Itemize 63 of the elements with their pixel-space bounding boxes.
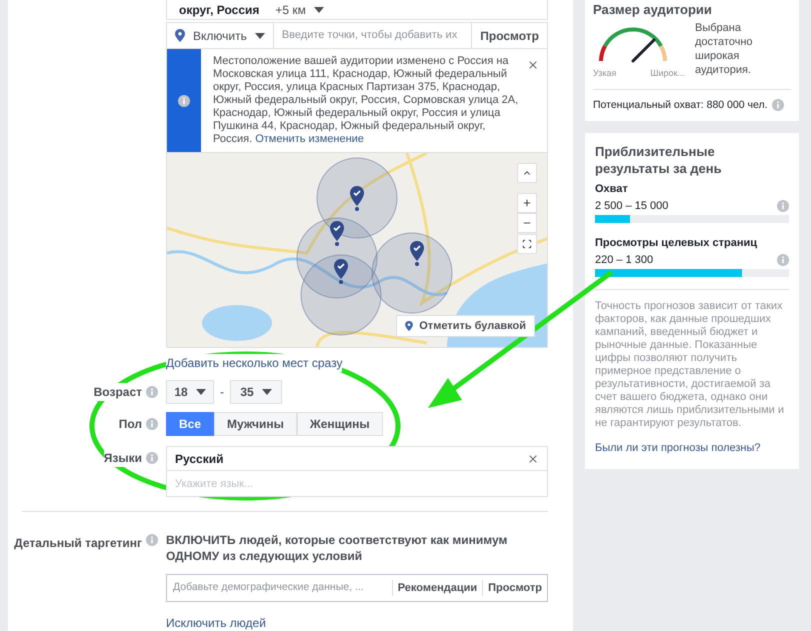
- recommendations-button[interactable]: Рекомендации: [392, 580, 482, 596]
- disclaimer-text: Точность прогнозов зависит от таких факторов, как данные прошедших кампаний, введенный бюджет и рыночные данные. Показанные цифры позволяют получить примерное представление о результативности, достигаемой за счет вашего бюджета, однако они являются лишь приблизительными и не гарантируют результатов.: [595, 300, 786, 430]
- location-name: округ, Россия: [179, 2, 260, 18]
- info-icon: [178, 94, 190, 106]
- close-icon[interactable]: [527, 59, 539, 71]
- targeting-input[interactable]: Добавьте демографические данные, ...: [167, 580, 392, 596]
- language-field[interactable]: Русский Укажите язык...: [166, 446, 548, 497]
- metric-name: Просмотры целевых страниц: [595, 236, 758, 252]
- focus-icon: [522, 239, 532, 249]
- info-icon: [772, 99, 784, 112]
- map-pin-icon: [405, 321, 414, 331]
- info-icon: [777, 200, 789, 212]
- age-label: Возраст: [94, 383, 142, 401]
- age-separator: -: [219, 384, 225, 401]
- targeting-instruction: ВКЛЮЧИТЬ людей, которые соответствуют как минимум ОДНОМУ из следующих условий: [166, 532, 508, 564]
- potential-reach: Потенциальный охват: 880 000 чел.: [593, 98, 768, 112]
- metric-name: Охват: [595, 182, 629, 198]
- caret-icon: [254, 32, 265, 38]
- drop-pin-button[interactable]: Отметить булавкой: [396, 315, 535, 337]
- info-icon: [146, 534, 158, 546]
- feedback-link[interactable]: Были ли эти прогнозы полезны?: [595, 440, 789, 457]
- browse-button[interactable]: Просмотр: [471, 23, 547, 48]
- exclude-people-link[interactable]: Исключить людей: [166, 614, 548, 631]
- info-icon: [146, 386, 158, 398]
- map-pin-icon: [175, 29, 185, 42]
- metric-range: 2 500 – 15 000: [595, 198, 668, 214]
- gender-label: Пол: [118, 416, 142, 433]
- languages-label: Языки: [104, 449, 142, 467]
- gender-option[interactable]: Все: [166, 412, 214, 436]
- notice-text: Местоположение вашей аудитории изменено с Россия на Московская улица 111, Краснодар, Южный федеральный округ, Россия, улица Красных Партизан 375, Краснодар, Южный федеральный округ, Россия, Сормовская улица 2А, Краснодар, Южный федеральный округ, Россия и улица Пушкина 44, Краснодар, Южный федеральный округ, Россия. Отменить изменение: [213, 55, 519, 146]
- audience-description: Выбрана достаточно широкая аудитория.: [695, 21, 754, 78]
- radius-dropdown[interactable]: +5 км: [275, 0, 324, 18]
- language-tag: Русский: [175, 450, 224, 468]
- location-search-field[interactable]: Включить Введите точки, чтобы добавить их Просмотр: [166, 22, 548, 49]
- gender-option[interactable]: Мужчины: [214, 412, 297, 436]
- age-from-dropdown[interactable]: 18: [166, 380, 214, 404]
- narrow-label: Узкая: [593, 67, 616, 80]
- audience-gauge-drawing: [599, 28, 667, 62]
- caret-icon: [262, 389, 272, 395]
- info-icon: [777, 254, 789, 266]
- language-input[interactable]: Укажите язык...: [167, 471, 547, 496]
- targeting-search-field[interactable]: Добавьте демографические данные, ... Рекомендации Просмотр: [166, 574, 548, 602]
- metric-range: 220 – 1 300: [595, 252, 654, 268]
- add-multiple-locations-link[interactable]: Добавить несколько мест сразу: [166, 354, 342, 372]
- remove-icon[interactable]: [527, 452, 539, 464]
- wide-label: Широк...: [650, 67, 685, 80]
- detailed-targeting-label: Детальный таргетинг: [14, 535, 142, 552]
- info-icon: [146, 418, 158, 430]
- caret-icon: [314, 6, 324, 12]
- browse-button[interactable]: Просмотр: [482, 580, 547, 596]
- plus-icon: [522, 198, 532, 208]
- recenter-button[interactable]: [517, 234, 537, 254]
- gauge-needle: [632, 38, 656, 62]
- gender-option[interactable]: Женщины: [296, 412, 383, 436]
- card-title: Приблизительные результаты за день: [595, 143, 723, 178]
- age-to-dropdown[interactable]: 35: [230, 380, 282, 404]
- undo-change-link[interactable]: Отменить изменение: [255, 133, 364, 145]
- info-icon: [146, 452, 158, 464]
- zoom-in-button[interactable]: [517, 193, 537, 213]
- include-dropdown[interactable]: Включить: [167, 23, 274, 48]
- card-title: Размер аудитории: [593, 2, 713, 17]
- caret-icon: [196, 389, 206, 395]
- location-input[interactable]: Введите точки, чтобы добавить их: [274, 27, 472, 44]
